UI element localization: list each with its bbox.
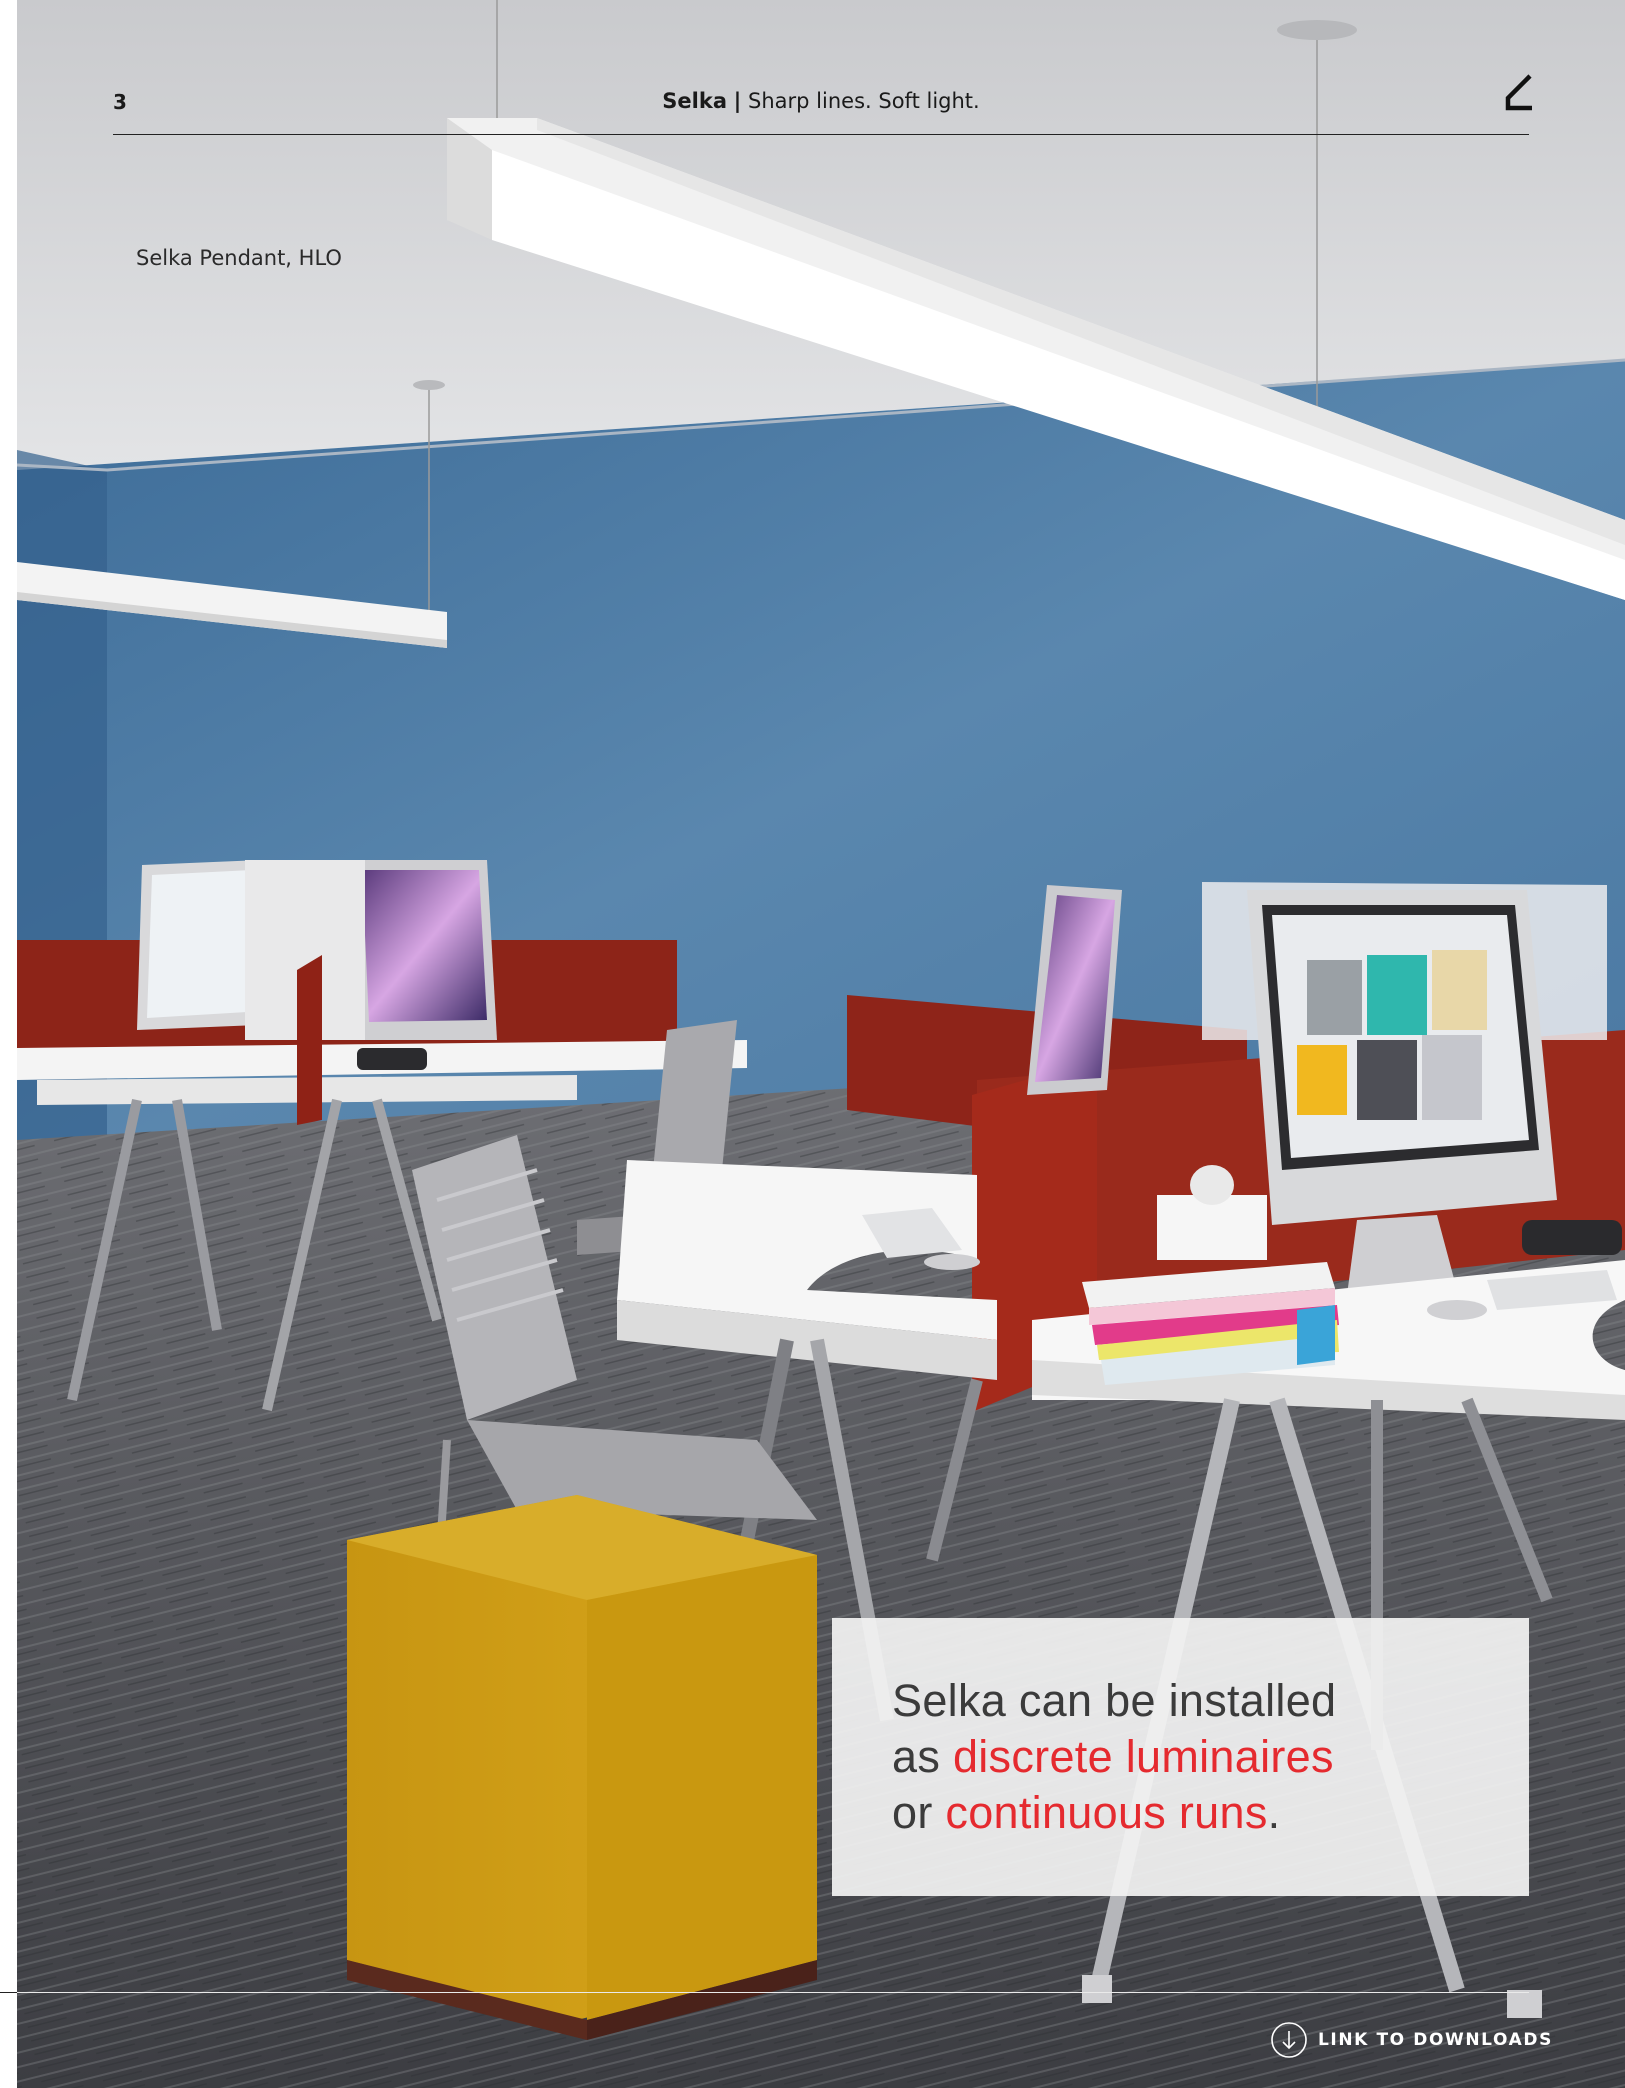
header-separator: | (733, 89, 742, 113)
quote-line-3-suffix: . (1267, 1787, 1281, 1838)
quote-line-3-prefix: or (892, 1787, 946, 1838)
header-title: Selka | Sharp lines. Soft light. (0, 89, 1625, 113)
link-to-downloads-label: LINK TO DOWNLOADS (1318, 2030, 1553, 2050)
logo-mark[interactable] (1502, 72, 1534, 114)
link-to-downloads[interactable]: LINK TO DOWNLOADS (1270, 2021, 1553, 2059)
quote-line-2: as discrete luminaires (892, 1729, 1336, 1785)
arrow-down-circle-icon (1271, 2022, 1307, 2058)
footer-tick (0, 1992, 17, 1993)
quote-callout: Selka can be installed as discrete lumin… (832, 1618, 1529, 1896)
quote-line-2-prefix: as (892, 1731, 953, 1782)
quote-text: Selka can be installed as discrete lumin… (892, 1673, 1336, 1841)
image-caption: Selka Pendant, HLO (136, 246, 342, 270)
header-brand: Selka (662, 89, 727, 113)
header-divider (113, 134, 1529, 135)
quote-highlight-continuous: continuous runs (945, 1787, 1268, 1838)
quote-line-1: Selka can be installed (892, 1673, 1336, 1729)
footer-divider (0, 1992, 1529, 1993)
header-tagline: Sharp lines. Soft light. (748, 89, 980, 113)
quote-highlight-discrete: discrete luminaires (952, 1731, 1334, 1782)
quote-line-1-text: Selka can be installed (892, 1675, 1337, 1726)
quote-line-3: or continuous runs. (892, 1785, 1336, 1841)
